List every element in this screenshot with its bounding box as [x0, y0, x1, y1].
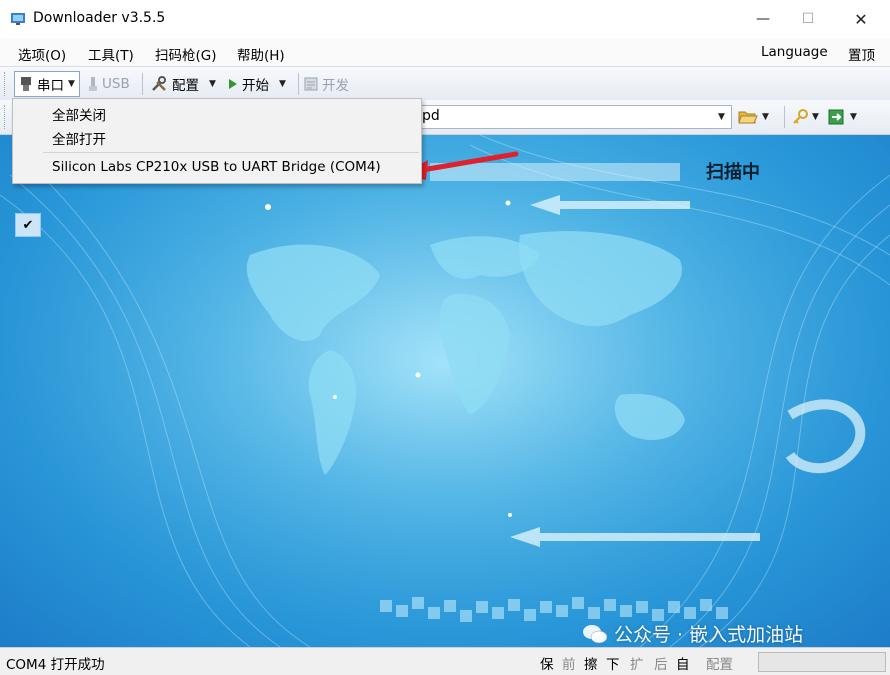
- watermark: 公众号 · 嵌入式加油站: [582, 620, 803, 647]
- maximize-button[interactable]: ☐: [785, 0, 831, 38]
- config-tools-icon: [152, 76, 166, 91]
- scanning-label: 扫描中: [706, 162, 760, 183]
- menu-close-all[interactable]: 全部关闭: [52, 104, 106, 124]
- check-icon: ✔: [15, 213, 41, 237]
- menu-separator: [43, 152, 419, 153]
- status-progress: [758, 652, 886, 672]
- usb-icon: [89, 77, 97, 91]
- chevron-down-icon: ▼: [68, 79, 75, 89]
- chevron-down-icon: ▼: [812, 112, 819, 122]
- chevron-down-icon: ▼: [209, 79, 216, 89]
- status-save: 保: [540, 657, 554, 673]
- play-icon: [229, 79, 237, 89]
- start-label: 开始: [242, 78, 269, 94]
- toolbar-separator: [784, 106, 785, 128]
- config-label: 配置: [172, 78, 199, 94]
- world-map-background: [0, 135, 890, 647]
- chevron-down-icon[interactable]: ▼: [718, 112, 725, 122]
- menu-bar: 选项(O) 工具(T) 扫码枪(G) 帮助(H) Language 置顶: [0, 38, 890, 66]
- serial-label: 串口: [37, 78, 64, 94]
- key-icon: [793, 109, 808, 124]
- status-auto: 自: [676, 657, 690, 673]
- status-config: 配置: [706, 657, 733, 673]
- start-button[interactable]: 开始 ▼: [228, 73, 286, 95]
- minimize-button[interactable]: —: [740, 0, 786, 38]
- close-button[interactable]: ✕: [838, 0, 884, 38]
- menu-item-com4[interactable]: ✔ Silicon Labs CP210x USB to UART Bridge…: [14, 156, 418, 237]
- menu-always-on-top[interactable]: 置顶: [848, 44, 875, 64]
- menu-help[interactable]: 帮助(H): [237, 44, 285, 64]
- develop-button[interactable]: 开发: [304, 73, 349, 95]
- status-message: COM4 打开成功: [6, 657, 105, 673]
- main-toolbar: 串口 ▼ USB 配置 ▼ 开始 ▼ 开发: [0, 66, 890, 101]
- usb-button[interactable]: USB: [88, 73, 130, 95]
- status-download: 下: [606, 657, 620, 673]
- export-button[interactable]: ▼: [828, 106, 857, 128]
- toolbar-separator: [298, 73, 299, 95]
- watermark-text: 公众号 · 嵌入式加油站: [614, 624, 804, 646]
- menu-scanner[interactable]: 扫码枪(G): [155, 44, 217, 64]
- title-bar: Downloader v3.5.5 — ☐ ✕: [0, 0, 890, 38]
- serial-button[interactable]: 串口 ▼: [14, 71, 80, 97]
- toolbar-grip: [4, 105, 7, 129]
- menu-open-all[interactable]: 全部打开: [52, 128, 106, 148]
- app-icon: [11, 13, 25, 25]
- serial-port-icon: [21, 77, 31, 91]
- develop-label: 开发: [322, 78, 349, 94]
- chevron-down-icon: ▼: [762, 112, 769, 122]
- status-prev: 前: [562, 657, 576, 673]
- menu-language[interactable]: Language: [761, 44, 828, 60]
- open-file-button[interactable]: ▼: [738, 106, 769, 128]
- status-bar: COM4 打开成功 保 前 擦 下 扩 后 自 配置: [0, 647, 890, 675]
- status-erase: 擦: [584, 657, 598, 673]
- status-expand: 扩: [630, 657, 644, 673]
- folder-open-icon: [738, 111, 758, 124]
- window-title: Downloader v3.5.5: [33, 10, 166, 26]
- chevron-down-icon: ▼: [279, 79, 286, 89]
- toolbar-separator: [142, 73, 143, 95]
- wechat-icon: [583, 624, 608, 643]
- status-after: 后: [654, 657, 668, 673]
- develop-icon: [304, 77, 318, 91]
- usb-label: USB: [102, 76, 130, 92]
- serial-dropdown-menu: 全部关闭 全部打开 ✔ Silicon Labs CP210x USB to U…: [12, 98, 422, 237]
- export-icon: [828, 109, 844, 125]
- file-path-value: pd: [422, 108, 440, 124]
- key-button[interactable]: ▼: [792, 106, 819, 128]
- toolbar-grip: [4, 72, 7, 96]
- config-button[interactable]: 配置 ▼: [150, 73, 216, 95]
- chevron-down-icon: ▼: [850, 112, 857, 122]
- menu-tools[interactable]: 工具(T): [88, 44, 134, 64]
- com4-port-label: Silicon Labs CP210x USB to UART Bridge (…: [52, 159, 381, 175]
- main-canvas: [0, 135, 890, 647]
- menu-options[interactable]: 选项(O): [18, 44, 66, 64]
